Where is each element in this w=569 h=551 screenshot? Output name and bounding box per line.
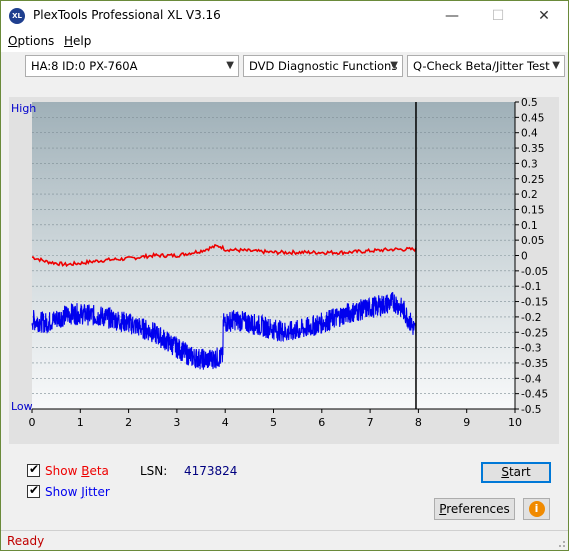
start-label: tart <box>508 465 531 479</box>
show-jitter-checkbox[interactable]: ✔ <box>27 483 40 498</box>
start-button[interactable]: Start <box>481 462 551 483</box>
chevron-down-icon: ▼ <box>226 60 234 71</box>
preferences-label: references <box>446 502 510 516</box>
status-bar: Ready <box>1 530 568 550</box>
y-tick-label: -0.4 <box>521 373 542 385</box>
x-tick-label: 2 <box>125 416 132 429</box>
y-tick-label: -0.15 <box>521 297 548 309</box>
menu-help-mnemonic: H <box>64 34 74 48</box>
show-beta-checkbox[interactable]: ✔ <box>27 462 40 477</box>
info-icon: i <box>528 501 545 517</box>
window-title: PlexTools Professional XL V3.16 <box>33 8 221 22</box>
show-beta-prefix: Show <box>45 464 82 478</box>
title-bar[interactable]: XL PlexTools Professional XL V3.16 — ☐ ✕ <box>1 1 568 31</box>
high-label: High <box>11 102 36 115</box>
y-tick-label: 0.1 <box>521 220 538 232</box>
y-tick-label: -0.35 <box>521 358 548 370</box>
show-jitter-suffix: itter <box>84 485 110 499</box>
y-tick-label: -0.05 <box>521 266 548 278</box>
y-tick-label: 0.45 <box>521 112 544 124</box>
start-mnemonic: S <box>501 465 509 479</box>
y-tick-label: -0.5 <box>521 404 542 416</box>
beta-jitter-chart: High Low 0.50.450.40.350.30.250.20.150.1… <box>11 97 548 429</box>
x-tick-label: 4 <box>222 416 229 429</box>
maximize-button[interactable]: ☐ <box>475 1 521 31</box>
chevron-down-icon: ▼ <box>390 60 398 71</box>
y-tick-label: -0.25 <box>521 327 548 339</box>
y-tick-label: 0.05 <box>521 235 544 247</box>
y-tick-label: 0.4 <box>521 128 538 140</box>
y-tick-label: 0.3 <box>521 158 538 170</box>
test-select[interactable]: Q-Check Beta/Jitter Test ▼ <box>407 55 565 77</box>
chevron-down-icon: ▼ <box>552 60 560 71</box>
x-tick-label: 6 <box>318 416 325 429</box>
show-beta-label[interactable]: Show Beta <box>45 464 109 478</box>
menu-options-label: ptions <box>17 34 55 48</box>
y-tick-label: 0.25 <box>521 174 544 186</box>
minimize-button[interactable]: — <box>429 1 475 31</box>
lsn-label: LSN: <box>140 464 168 478</box>
x-tick-label: 3 <box>173 416 180 429</box>
test-select-value: Q-Check Beta/Jitter Test <box>413 59 550 73</box>
app-window: XL PlexTools Professional XL V3.16 — ☐ ✕… <box>0 0 569 551</box>
y-tick-label: -0.3 <box>521 343 542 355</box>
y-tick-label: -0.2 <box>521 312 542 324</box>
drive-select-value: HA:8 ID:0 PX-760A <box>31 59 138 73</box>
function-select[interactable]: DVD Diagnostic Functions ▼ <box>243 55 403 77</box>
menu-bar: Options Help <box>1 31 568 52</box>
x-tick-label: 1 <box>77 416 84 429</box>
menu-help[interactable]: Help <box>64 34 91 48</box>
function-select-value: DVD Diagnostic Functions <box>249 59 398 73</box>
low-label: Low <box>11 400 33 413</box>
checkmark-icon: ✔ <box>29 483 40 497</box>
preferences-button[interactable]: Preferences <box>434 498 515 520</box>
checkmark-icon: ✔ <box>29 462 40 476</box>
resize-grip-icon[interactable] <box>556 538 566 548</box>
chart-panel: High Low 0.5 0.45 0.4 0.35 0.3 0.25 0.2 0.15 0.1… <box>9 97 559 444</box>
x-tick-label: 8 <box>415 416 422 429</box>
x-tick-label: 9 <box>463 416 470 429</box>
y-tick-label: 0.5 <box>521 97 538 109</box>
plextools-logo-icon: XL <box>9 8 25 24</box>
menu-help-label: elp <box>73 34 92 48</box>
status-text: Ready <box>7 534 45 548</box>
lsn-value: 4173824 <box>184 464 238 478</box>
y-tick-label: 0.35 <box>521 143 544 155</box>
y-tick-label: 0.15 <box>521 204 544 216</box>
show-jitter-label[interactable]: Show Jitter <box>45 485 110 499</box>
show-jitter-prefix: Show <box>45 485 82 499</box>
y-tick-label: 0.2 <box>521 189 538 201</box>
x-tick-label: 10 <box>508 416 522 429</box>
x-tick-label: 0 <box>29 416 36 429</box>
y-tick-label: 0 <box>521 251 528 263</box>
info-button[interactable]: i <box>523 498 550 520</box>
x-tick-label: 7 <box>367 416 374 429</box>
menu-options[interactable]: Options <box>8 34 54 48</box>
y-tick-label: -0.1 <box>521 281 542 293</box>
show-beta-suffix: eta <box>89 464 109 478</box>
x-tick-label: 5 <box>270 416 277 429</box>
drive-select[interactable]: HA:8 ID:0 PX-760A ▼ <box>25 55 239 77</box>
close-button[interactable]: ✕ <box>521 1 567 31</box>
y-tick-label: -0.45 <box>521 389 548 401</box>
